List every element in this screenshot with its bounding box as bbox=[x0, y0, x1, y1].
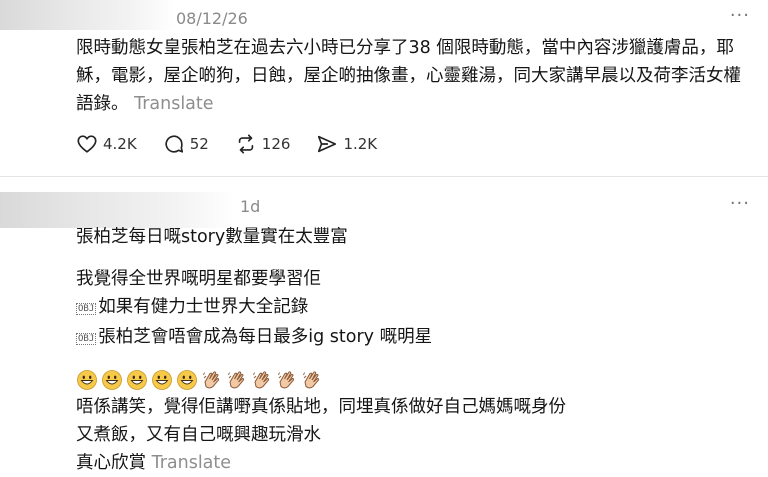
like-button[interactable]: 4.2K bbox=[76, 133, 137, 155]
action-bar: 4.2K 52 126 1.2K bbox=[76, 130, 403, 158]
clapping-hands-icon bbox=[278, 371, 295, 389]
post-line: 我覺得全世界嘅明星都要學習佢 bbox=[76, 269, 321, 289]
more-options-icon[interactable]: ··· bbox=[730, 193, 750, 214]
post-line: 唔係講笑，覺得佢講嘢真係貼地，同埋真係做好自己媽媽嘅身份 bbox=[76, 397, 566, 417]
post-2: 1d ··· 張柏芝每日嘅story數量實在太豐富 我覺得全世界嘅明星都要學習佢… bbox=[0, 177, 768, 473]
grinning-face-icon bbox=[152, 370, 172, 390]
send-icon bbox=[318, 135, 337, 153]
post-timestamp[interactable]: 1d bbox=[240, 197, 260, 216]
repost-count: 126 bbox=[261, 135, 291, 153]
post-timestamp[interactable]: 08/12/26 bbox=[176, 9, 248, 28]
reply-button[interactable]: 52 bbox=[163, 133, 209, 155]
reply-count: 52 bbox=[189, 135, 209, 153]
clapping-hands-icon bbox=[228, 371, 245, 389]
post-line: 如果有健力士世界大全記錄 bbox=[98, 297, 309, 317]
object-replacement-glyph: OBJ bbox=[76, 333, 97, 345]
share-button[interactable]: 1.2K bbox=[316, 133, 377, 155]
object-replacement-glyph: OBJ bbox=[76, 303, 97, 315]
post-body: 限時動態女皇張柏芝在過去六小時已分享了38 個限時動態，當中內容涉獵護膚品，耶穌… bbox=[76, 34, 756, 118]
translate-link[interactable]: Translate bbox=[152, 453, 231, 473]
post-line: 真心欣賞 bbox=[76, 453, 146, 473]
clapping-hands-icon bbox=[303, 371, 320, 389]
post-body: 張柏芝每日嘅story數量實在太豐富 我覺得全世界嘅明星都要學習佢 OBJ 如果有… bbox=[76, 223, 756, 477]
post-1: 08/12/26 ··· 限時動態女皇張柏芝在過去六小時已分享了38 個限時動態… bbox=[0, 0, 768, 176]
post-line: 張柏芝每日嘅story數量實在太豐富 bbox=[76, 227, 348, 247]
blurred-author-header bbox=[0, 0, 175, 30]
grinning-face-icon bbox=[127, 370, 147, 390]
more-options-icon[interactable]: ··· bbox=[730, 5, 750, 26]
clapping-hands-icon bbox=[253, 371, 270, 389]
post-line: 又煮飯，又有自己嘅興趣玩滑水 bbox=[76, 425, 321, 445]
grinning-face-icon bbox=[102, 370, 122, 390]
clapping-hands-icon bbox=[203, 371, 220, 389]
repost-button[interactable]: 126 bbox=[235, 133, 291, 155]
repost-icon bbox=[238, 134, 254, 154]
translate-link[interactable]: Translate bbox=[134, 94, 213, 114]
grinning-face-icon bbox=[77, 370, 97, 390]
like-count: 4.2K bbox=[103, 135, 137, 153]
post-line: 張柏芝會唔會成為每日最多ig story 嘅明星 bbox=[98, 327, 433, 347]
heart-icon bbox=[77, 135, 97, 153]
grinning-face-icon bbox=[177, 370, 197, 390]
share-count: 1.2K bbox=[343, 135, 378, 153]
speech-bubble-icon bbox=[165, 135, 183, 153]
emoji-row bbox=[76, 367, 756, 393]
